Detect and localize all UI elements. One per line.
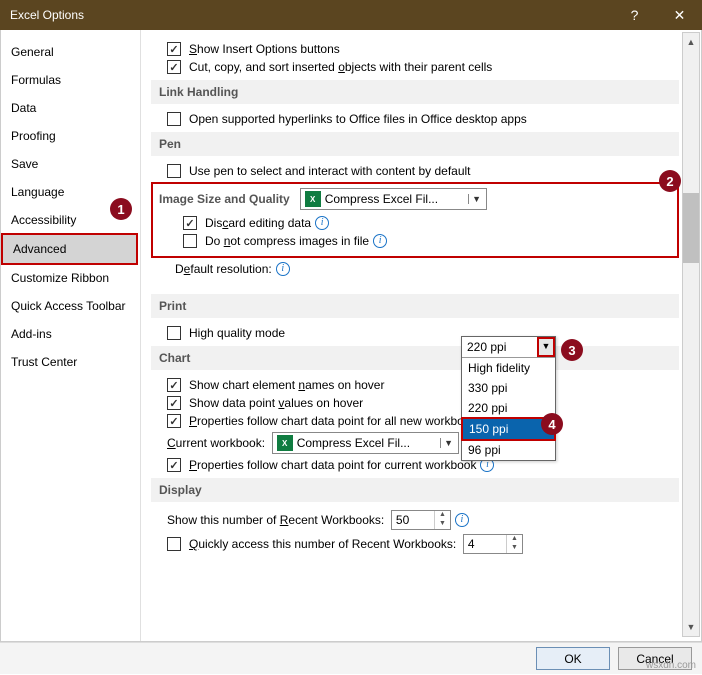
sidebar-item-advanced[interactable]: Advanced (1, 233, 138, 265)
scroll-up-icon[interactable]: ▲ (683, 33, 699, 51)
sidebar-item-customize-ribbon[interactable]: Customize Ribbon (1, 264, 140, 292)
resolution-option[interactable]: 330 ppi (462, 378, 555, 398)
checkbox-show-insert[interactable] (167, 42, 181, 56)
sidebar-item-addins[interactable]: Add-ins (1, 320, 140, 348)
label-recent-workbooks: Show this number of Recent Workbooks: (167, 513, 384, 527)
label-discard: Discard editing data (205, 216, 311, 230)
label-default-resolution: Default resolution: (175, 262, 272, 276)
label-use-pen: Use pen to select and interact with cont… (189, 164, 471, 178)
sidebar-item-general[interactable]: General (1, 38, 140, 66)
scroll-down-icon[interactable]: ▼ (683, 618, 699, 636)
image-quality-value: Compress Excel Fil... (325, 192, 468, 206)
checkbox-chart-props-current[interactable] (167, 458, 181, 472)
checkbox-discard[interactable] (183, 216, 197, 230)
options-panel: Show Insert Options buttons Cut, copy, a… (141, 30, 701, 641)
label-chart-names: Show chart element names on hover (189, 378, 384, 392)
info-icon[interactable] (455, 513, 469, 527)
checkbox-chart-props-all[interactable] (167, 414, 181, 428)
section-print: Print (151, 294, 679, 318)
section-display: Display (151, 478, 679, 502)
callout-4: 4 (541, 413, 563, 435)
image-quality-combo[interactable]: Compress Excel Fil... ▼ (300, 188, 487, 210)
callout-2: 2 (659, 170, 681, 192)
resolution-selected: 220 ppi (462, 337, 537, 357)
watermark: wsxdn.com (646, 660, 696, 671)
label-show-insert: Show Insert Options buttons (189, 42, 340, 56)
chevron-down-icon: ▼ (440, 438, 456, 448)
checkbox-open-hyperlinks[interactable] (167, 112, 181, 126)
resolution-option[interactable]: 220 ppi (462, 398, 555, 418)
callout-3: 3 (561, 339, 583, 361)
sidebar-item-data[interactable]: Data (1, 94, 140, 122)
section-pen: Pen (151, 132, 679, 156)
ok-button[interactable]: OK (536, 647, 610, 670)
label-chart-values: Show data point values on hover (189, 396, 363, 410)
current-workbook-value: Compress Excel Fil... (297, 436, 440, 450)
resolution-dropdown: 220 ppi▼ High fidelity 330 ppi 220 ppi 1… (461, 336, 556, 461)
recent-workbooks-spinner[interactable]: 50▲▼ (391, 510, 451, 530)
quick-access-spinner[interactable]: 4▲▼ (463, 534, 523, 554)
resolution-option[interactable]: High fidelity (462, 358, 555, 378)
info-icon[interactable] (276, 262, 290, 276)
label-chart-props-all: Properties follow chart data point for a… (189, 414, 483, 428)
close-button[interactable]: ✕ (657, 0, 702, 30)
title-bar: Excel Options ? ✕ (0, 0, 702, 30)
label-hq-print: High quality mode (189, 326, 285, 340)
sidebar-item-save[interactable]: Save (1, 150, 140, 178)
checkbox-chart-values[interactable] (167, 396, 181, 410)
checkbox-use-pen[interactable] (167, 164, 181, 178)
dialog-footer: OK Cancel (0, 642, 702, 674)
highlight-image-quality: Image Size and Quality Compress Excel Fi… (151, 182, 679, 258)
label-chart-props-current: Properties follow chart data point for c… (189, 458, 476, 472)
sidebar-item-trust-center[interactable]: Trust Center (1, 348, 140, 376)
section-link-handling: Link Handling (151, 80, 679, 104)
sidebar-item-quick-access[interactable]: Quick Access Toolbar (1, 292, 140, 320)
chevron-down-icon: ▼ (468, 194, 484, 204)
excel-icon (305, 191, 321, 207)
info-icon[interactable] (373, 234, 387, 248)
window-title: Excel Options (10, 8, 612, 22)
checkbox-cut-copy[interactable] (167, 60, 181, 74)
checkbox-hq-print[interactable] (167, 326, 181, 340)
resolution-option[interactable]: 96 ppi (462, 440, 555, 460)
label-cut-copy: Cut, copy, and sort inserted objects wit… (189, 60, 492, 74)
help-button[interactable]: ? (612, 0, 657, 30)
label-quick-access: Quickly access this number of Recent Wor… (189, 537, 456, 551)
checkbox-donot-compress[interactable] (183, 234, 197, 248)
sidebar-item-proofing[interactable]: Proofing (1, 122, 140, 150)
category-sidebar: General Formulas Data Proofing Save Lang… (1, 30, 141, 641)
info-icon[interactable] (315, 216, 329, 230)
dropdown-arrow-button[interactable]: ▼ (537, 337, 555, 357)
section-chart: Chart (151, 346, 679, 370)
sidebar-item-formulas[interactable]: Formulas (1, 66, 140, 94)
label-open-hyperlinks: Open supported hyperlinks to Office file… (189, 112, 527, 126)
checkbox-chart-names[interactable] (167, 378, 181, 392)
current-workbook-combo[interactable]: Compress Excel Fil... ▼ (272, 432, 459, 454)
vertical-scrollbar[interactable]: ▲ ▼ (682, 32, 700, 637)
excel-icon (277, 435, 293, 451)
label-donot-compress: Do not compress images in file (205, 234, 369, 248)
section-image-size: Image Size and Quality (159, 192, 290, 206)
label-current-workbook: Current workbook: (167, 436, 265, 450)
checkbox-quick-access[interactable] (167, 537, 181, 551)
scroll-thumb[interactable] (683, 193, 699, 263)
callout-1: 1 (110, 198, 132, 220)
